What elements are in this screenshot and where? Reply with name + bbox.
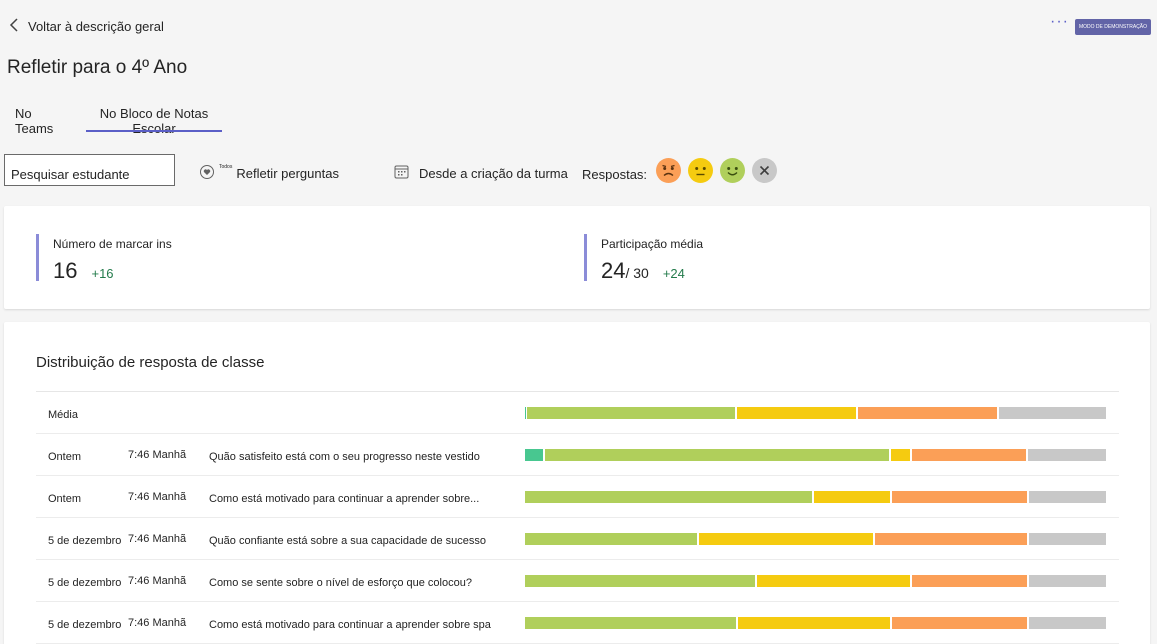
table-row[interactable]: 5 de dezembro 7:46 Manhã Como está motivad…	[36, 602, 1119, 644]
stat-delta: +24	[662, 266, 685, 281]
happy-face-icon[interactable]	[720, 158, 745, 183]
bar-segment-orange[interactable]	[912, 449, 1026, 461]
stat-value: 24	[601, 258, 626, 283]
bar-segment-grey[interactable]	[1028, 575, 1106, 587]
close-icon[interactable]	[752, 158, 777, 183]
stats-card: Número de marcar ins 16 +16 Participação…	[4, 206, 1150, 309]
response-bar	[525, 575, 1108, 587]
row-date: Ontem	[48, 493, 82, 505]
ellipsis-icon[interactable]: ···	[1050, 14, 1069, 30]
sad-face-icon[interactable]	[656, 158, 681, 183]
heart-icon	[199, 164, 215, 183]
row-date: 5 de dezembro	[48, 577, 122, 589]
date-filter[interactable]: Desde a criação da turma	[394, 164, 568, 182]
stat-label: Número de marcar ins	[53, 237, 172, 251]
bar-segment-grey[interactable]	[1029, 617, 1106, 629]
responses-label: Respostas:	[582, 167, 648, 182]
stat-label: Participação média	[601, 237, 704, 251]
bar-segment-green[interactable]	[526, 407, 735, 419]
row-date: 5 de dezembro	[48, 619, 122, 631]
row-question: Como se sente sobre o nível de esforço q…	[209, 577, 472, 589]
demo-mode-badge: MODO DE DEMONSTRAÇÃO	[1075, 19, 1151, 35]
bar-segment-green[interactable]	[525, 533, 698, 545]
row-time: 7:46 Manhã	[128, 617, 187, 629]
questions-label: Refletir perguntas	[236, 166, 339, 181]
row-time: 7:46 Manhã	[128, 491, 187, 503]
questions-filter[interactable]: Todos Refletir perguntas	[199, 164, 339, 183]
table-row[interactable]: Ontem 7:46 Manhã Como está motivado para c…	[36, 476, 1119, 518]
bar-segment-orange[interactable]	[874, 533, 1028, 545]
bar-segment-yellow[interactable]	[756, 575, 910, 587]
back-link[interactable]: Voltar à descrição geral	[8, 18, 164, 35]
bar-segment-green[interactable]	[525, 491, 813, 503]
response-bar	[525, 491, 1108, 503]
row-date: 5 de dezembro	[48, 535, 122, 547]
response-bar	[525, 449, 1108, 461]
bar-segment-green[interactable]	[525, 575, 755, 587]
row-time: 7:46 Manhã	[128, 533, 187, 545]
bar-segment-teal[interactable]	[525, 449, 543, 461]
calendar-icon	[394, 164, 409, 182]
tab-no-teams[interactable]: No Teams	[15, 100, 53, 136]
response-bar	[525, 533, 1108, 545]
tab-notebook[interactable]: No Bloco de Notas Escolar	[86, 100, 222, 136]
stat-delta: +16	[91, 266, 114, 281]
bar-segment-yellow[interactable]	[699, 533, 873, 545]
neutral-face-icon[interactable]	[688, 158, 713, 183]
table-row[interactable]: 5 de dezembro 7:46 Manhã Como se sente sob…	[36, 560, 1119, 602]
bar-segment-orange[interactable]	[892, 491, 1028, 503]
bar-segment-grey[interactable]	[1029, 533, 1106, 545]
table-row[interactable]: Ontem 7:46 Manhã Quão satisfeito está com …	[36, 434, 1119, 476]
row-question: Quão confiante está sobre a sua capacida…	[209, 535, 487, 547]
bar-segment-yellow[interactable]	[891, 449, 911, 461]
bar-segment-grey[interactable]	[1029, 491, 1106, 503]
bar-segment-orange[interactable]	[858, 407, 997, 419]
table-row[interactable]: 5 de dezembro 7:46 Manhã Quão confiante es…	[36, 518, 1119, 560]
response-bar	[525, 407, 1108, 419]
checkins-stat: Número de marcar ins 16 +16	[36, 234, 172, 283]
bar-segment-yellow[interactable]	[814, 491, 891, 503]
bar-segment-yellow[interactable]	[737, 617, 890, 629]
bar-segment-orange[interactable]	[891, 617, 1028, 629]
top-bar: Voltar à descrição geral ··· MODO DE DEM…	[0, 0, 1157, 56]
response-bar	[525, 617, 1108, 629]
bar-segment-orange[interactable]	[911, 575, 1027, 587]
filter-bar: Pesquisar estudante Todos Refletir pergu…	[0, 154, 1157, 188]
participation-stat: Participação média 24 / 30 +24	[584, 234, 704, 283]
row-date: Ontem	[48, 451, 82, 463]
row-date: Média	[48, 409, 78, 421]
row-time: 7:46 Manhã	[128, 575, 187, 587]
table-row[interactable]: Média	[36, 392, 1119, 434]
row-question: Como está motivado para continuar a apre…	[209, 619, 491, 631]
back-link-label: Voltar à descrição geral	[28, 19, 164, 34]
questions-prefix: Todos	[219, 163, 233, 170]
bar-segment-grey[interactable]	[998, 407, 1106, 419]
row-time: 7:46 Manhã	[128, 449, 187, 461]
bar-segment-grey[interactable]	[1027, 449, 1106, 461]
bar-segment-yellow[interactable]	[736, 407, 857, 419]
distribution-card: Distribuição de resposta de classe Média…	[4, 322, 1150, 644]
search-input[interactable]: Pesquisar estudante	[4, 154, 175, 186]
stat-suffix: / 30	[625, 265, 649, 281]
row-question: Quão satisfeito está com o seu progresso…	[209, 451, 480, 463]
row-question: Como está motivado para continuar a apre…	[209, 493, 480, 505]
bar-segment-green[interactable]	[544, 449, 890, 461]
page-title: Refletir para o 4º Ano	[7, 57, 188, 78]
date-filter-label: Desde a criação da turma	[419, 165, 568, 181]
bar-segment-green[interactable]	[525, 617, 736, 629]
distribution-table: Média Ontem 7:46 Manhã Quão satisfeito está…	[36, 391, 1119, 644]
stat-value: 16	[53, 258, 78, 283]
distribution-title: Distribuição de resposta de classe	[36, 354, 265, 371]
chevron-left-icon	[8, 18, 20, 35]
